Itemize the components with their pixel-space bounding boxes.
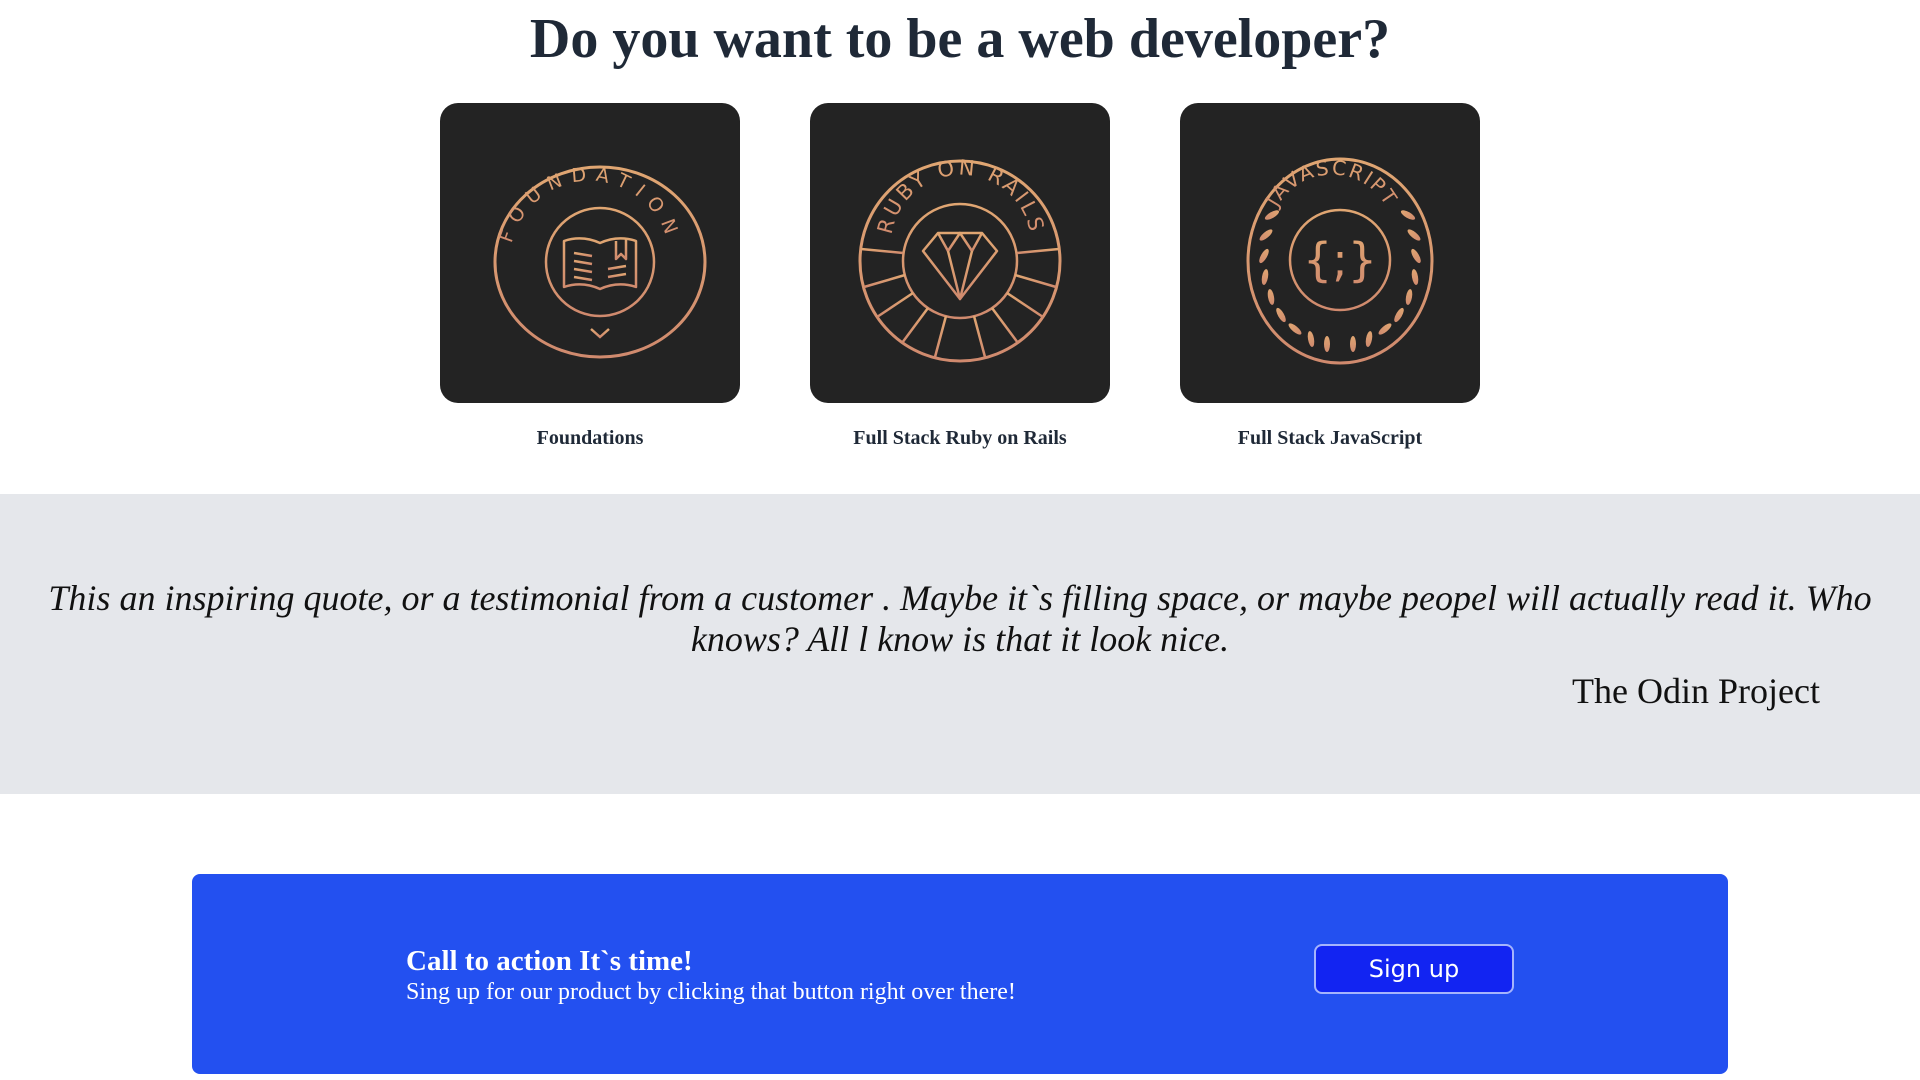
course-label[interactable]: Full Stack Ruby on Rails [853, 427, 1066, 450]
diamond-icon: RUBY ON RAILS [858, 155, 1062, 363]
course-card-foundations[interactable]: FOUNDATION Foundations [440, 103, 740, 450]
ruby-on-rails-badge[interactable]: RUBY ON RAILS [810, 103, 1110, 403]
svg-text:JAVASCRIPT: JAVASCRIPT [1260, 155, 1403, 212]
book-icon: FOUNDATION [493, 163, 707, 359]
badge-text: JAVASCRIPT [1260, 155, 1401, 212]
foundations-badge[interactable]: FOUNDATION [440, 103, 740, 403]
cta-text: Call to action It`s time! Sing up for ou… [406, 944, 1016, 1006]
page: Do you want to be a web developer? FOUND… [0, 0, 1920, 1080]
braces-icon: JAVASCRIPT {;} [1246, 155, 1434, 365]
svg-text:{;}: {;} [1303, 233, 1377, 287]
sign-up-button[interactable]: Sign up [1314, 944, 1514, 994]
course-card-ruby-on-rails[interactable]: RUBY ON RAILS Full Stack Ruby on Rails [810, 103, 1110, 450]
cta-title: Call to action It`s time! [406, 945, 693, 977]
course-label[interactable]: Full Stack JavaScript [1238, 427, 1422, 450]
svg-text:FOUNDATION: FOUNDATION [495, 163, 685, 245]
svg-text:RUBY ON RAILS: RUBY ON RAILS [873, 155, 1049, 236]
course-label[interactable]: Foundations [537, 427, 644, 450]
cta-subtitle: Sing up for our product by clicking that… [406, 979, 1016, 1005]
quote-author: The Odin Project [1572, 671, 1820, 711]
course-cards: FOUNDATION Foundations RUBY ON RAILS Ful… [0, 103, 1920, 450]
call-to-action-panel: Call to action It`s time! Sing up for ou… [192, 874, 1728, 1074]
javascript-badge[interactable]: JAVASCRIPT {;} [1180, 103, 1480, 403]
course-card-javascript[interactable]: JAVASCRIPT {;} Full Stack JavaScript [1180, 103, 1480, 450]
quote-text: This an inspiring quote, or a testimonia… [48, 578, 1872, 659]
badge-text: RUBY ON RAILS [873, 155, 1046, 236]
badge-text: FOUNDATION [495, 163, 676, 245]
quote-section: This an inspiring quote, or a testimonia… [0, 494, 1920, 794]
page-title: Do you want to be a web developer? [529, 8, 1391, 70]
